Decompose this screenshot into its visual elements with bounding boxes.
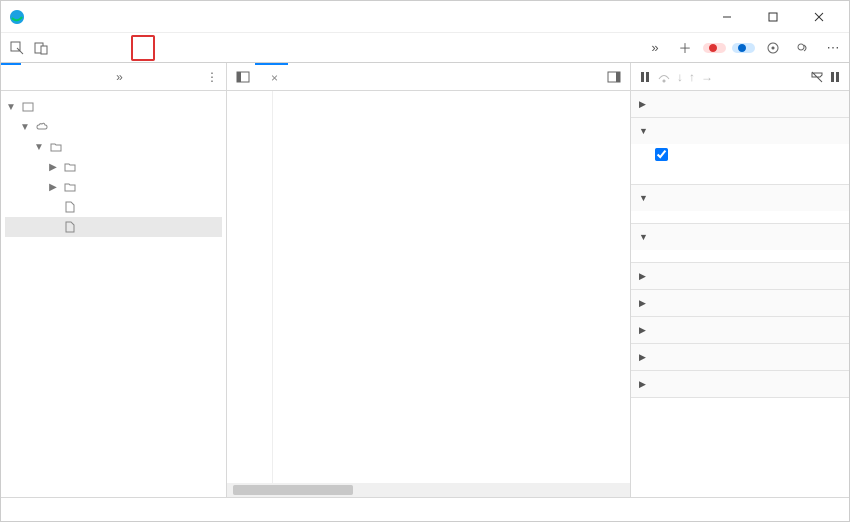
tree-folder-css[interactable]: ▶	[5, 157, 222, 177]
settings-icon[interactable]	[761, 36, 785, 60]
scope-not-paused	[631, 211, 849, 223]
callstack-not-paused	[631, 250, 849, 262]
horizontal-scrollbar[interactable]	[227, 483, 630, 497]
pause-icon[interactable]	[639, 71, 651, 83]
tree-top[interactable]: ▼	[5, 97, 222, 117]
tab-elements[interactable]	[83, 33, 107, 63]
tab-console[interactable]	[107, 33, 131, 63]
folder-icon	[49, 140, 63, 154]
inspect-icon[interactable]	[5, 36, 29, 60]
tab-memory[interactable]	[203, 33, 227, 63]
deactivate-breakpoints-icon[interactable]	[811, 71, 823, 83]
step-into-icon[interactable]: ↓	[677, 70, 683, 84]
nav-tab-filesystem[interactable]	[21, 63, 41, 91]
pause-exceptions-icon[interactable]	[829, 71, 841, 83]
tree-host[interactable]: ▼	[5, 117, 222, 137]
toggle-debugger-icon[interactable]	[602, 65, 626, 89]
code-content[interactable]	[273, 91, 630, 483]
frame-icon	[21, 100, 35, 114]
nav-tab-page[interactable]	[1, 63, 21, 91]
tab-performance[interactable]	[179, 33, 203, 63]
section-watch[interactable]: ▶	[631, 91, 849, 117]
code-editor-panel: ×	[227, 63, 631, 497]
more-icon[interactable]: ⋯	[821, 36, 845, 60]
nav-tabs-overflow-icon[interactable]: »	[108, 70, 131, 84]
breakpoint-entry[interactable]	[631, 144, 849, 184]
close-tab-icon[interactable]: ×	[271, 71, 278, 85]
warn-dot-icon	[738, 44, 746, 52]
editor-tab-buttons-js[interactable]: ×	[255, 63, 288, 91]
debugger-panel: ↓ ↑ → ▶ ▼ ▼ ▼ ▶ ▶ ▶ ▶ ▶	[631, 63, 849, 497]
folder-icon	[63, 180, 77, 194]
device-icon[interactable]	[29, 36, 53, 60]
sources-navigator: » ⋮ ▼ ▼ ▼ ▶ ▶	[1, 63, 227, 497]
new-tab-icon[interactable]: ＋	[673, 36, 697, 60]
nav-more-icon[interactable]: ⋮	[198, 70, 226, 84]
tab-welcome[interactable]	[59, 33, 83, 63]
tree-file-html[interactable]	[5, 197, 222, 217]
section-breakpoints[interactable]: ▼	[631, 118, 849, 144]
section-callstack[interactable]: ▼	[631, 224, 849, 250]
warnings-indicator[interactable]	[732, 43, 755, 53]
status-bar	[1, 497, 849, 521]
tab-network[interactable]	[155, 33, 179, 63]
cloud-icon	[35, 120, 49, 134]
errors-indicator[interactable]	[703, 43, 726, 53]
tree-folder-photos[interactable]: ▶	[5, 177, 222, 197]
breakpoint-checkbox[interactable]	[655, 148, 668, 161]
step-over-icon[interactable]	[657, 71, 671, 83]
toggle-navigator-icon[interactable]	[231, 65, 255, 89]
line-gutter[interactable]	[227, 91, 273, 483]
file-icon	[63, 200, 77, 214]
maximize-button[interactable]	[751, 3, 795, 31]
folder-icon	[63, 160, 77, 174]
tab-sources[interactable]	[131, 35, 155, 61]
window-titlebar	[1, 1, 849, 33]
step-icon[interactable]: →	[701, 70, 713, 84]
file-icon	[63, 220, 77, 234]
scrollbar-thumb[interactable]	[233, 485, 353, 495]
section-evt[interactable]: ▶	[631, 344, 849, 370]
section-csp[interactable]: ▶	[631, 371, 849, 397]
error-dot-icon	[709, 44, 717, 52]
devtools-tabbar: » ＋ ⋯	[1, 33, 849, 63]
tree-file-js[interactable]	[5, 217, 222, 237]
tree-path[interactable]: ▼	[5, 137, 222, 157]
section-scope[interactable]: ▼	[631, 185, 849, 211]
file-tree: ▼ ▼ ▼ ▶ ▶	[1, 91, 226, 243]
section-global[interactable]: ▶	[631, 317, 849, 343]
minimize-button[interactable]	[705, 3, 749, 31]
section-dom[interactable]: ▶	[631, 290, 849, 316]
feedback-icon[interactable]	[791, 36, 815, 60]
close-button[interactable]	[797, 3, 841, 31]
section-xhr[interactable]: ▶	[631, 263, 849, 289]
tabs-overflow-icon[interactable]: »	[643, 36, 667, 60]
step-out-icon[interactable]: ↑	[689, 70, 695, 84]
app-icon	[9, 9, 25, 25]
